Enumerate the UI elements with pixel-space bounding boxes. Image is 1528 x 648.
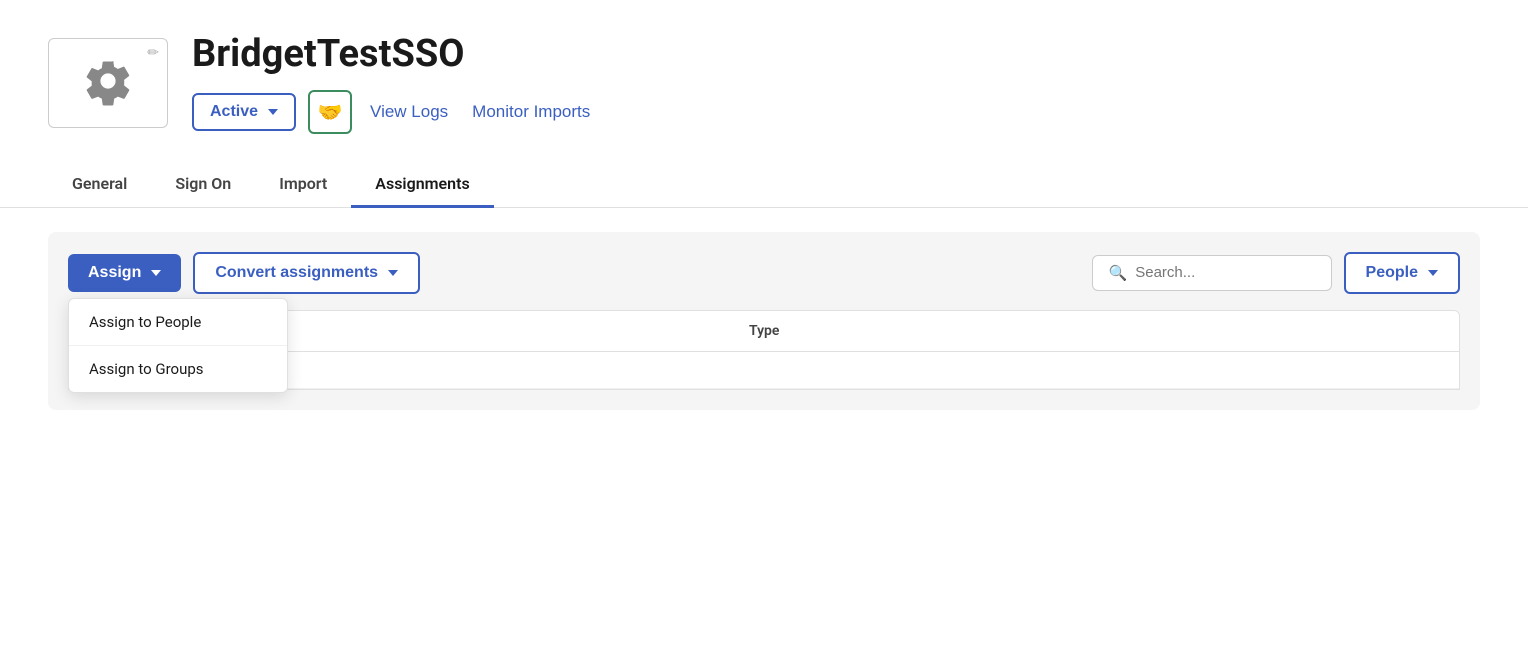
app-title: BridgetTestSSO <box>192 32 596 76</box>
assign-button[interactable]: Assign <box>68 254 181 292</box>
convert-chevron-icon <box>388 270 398 276</box>
view-logs-button[interactable]: View Logs <box>364 102 454 122</box>
tab-import[interactable]: Import <box>255 162 351 208</box>
people-label: People <box>1366 264 1418 282</box>
tab-sign-on[interactable]: Sign On <box>151 162 255 208</box>
assign-dropdown-menu: Assign to People Assign to Groups <box>68 298 288 393</box>
assign-label: Assign <box>88 264 141 282</box>
edit-icon[interactable]: ✏ <box>147 45 159 61</box>
assign-chevron-icon <box>151 270 161 276</box>
assign-dropdown-wrapper: Assign Assign to People Assign to Groups <box>68 254 181 292</box>
tabs-bar: General Sign On Import Assignments <box>0 162 1528 208</box>
people-chevron-icon <box>1428 270 1438 276</box>
search-box: 🔍 <box>1092 255 1332 291</box>
handshake-button[interactable]: 🤝 <box>308 90 352 134</box>
col-type-header: Type <box>209 323 1439 339</box>
assign-to-people-item[interactable]: Assign to People <box>69 299 287 346</box>
handshake-icon: 🤝 <box>318 100 343 125</box>
tab-general[interactable]: General <box>48 162 151 208</box>
search-input[interactable] <box>1135 264 1314 281</box>
row-type-cell <box>209 362 1439 378</box>
active-status-button[interactable]: Active <box>192 93 296 131</box>
header-content: BridgetTestSSO Active 🤝 View Logs Monito… <box>192 32 596 134</box>
assign-to-groups-item[interactable]: Assign to Groups <box>69 346 287 392</box>
toolbar: Assign Assign to People Assign to Groups… <box>68 252 1460 294</box>
convert-assignments-label: Convert assignments <box>215 264 378 282</box>
header-actions: Active 🤝 View Logs Monitor Imports <box>192 90 596 134</box>
gear-icon <box>82 55 134 111</box>
people-button[interactable]: People <box>1344 252 1460 294</box>
header: ✏ BridgetTestSSO Active 🤝 View Logs Moni… <box>0 0 1528 134</box>
search-icon: 🔍 <box>1109 264 1128 282</box>
chevron-down-icon <box>268 109 278 115</box>
app-logo-box: ✏ <box>48 38 168 128</box>
convert-assignments-button[interactable]: Convert assignments <box>193 252 420 294</box>
active-label: Active <box>210 103 258 121</box>
tab-assignments[interactable]: Assignments <box>351 162 493 208</box>
assignments-content: Assign Assign to People Assign to Groups… <box>48 232 1480 410</box>
monitor-imports-button[interactable]: Monitor Imports <box>466 102 596 122</box>
